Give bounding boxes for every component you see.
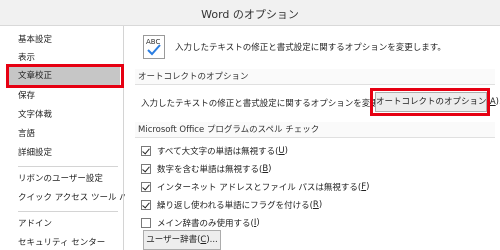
sidebar-item-trust-center[interactable]: セキュリティ センター xyxy=(18,233,105,250)
option-flag-repeated-words[interactable]: 繰り返し使われる単語にフラグを付ける(R) xyxy=(141,199,322,213)
sidebar-divider xyxy=(18,211,118,212)
spelling-abc-icon: ABC xyxy=(143,35,165,59)
sidebar-item-customize-ribbon[interactable]: リボンのユーザー設定 xyxy=(18,169,103,189)
sidebar: 基本設定 表示 文章校正 保存 文字体裁 言語 詳細設定 リボンのユーザー設定 … xyxy=(0,26,136,250)
option-ignore-numbers[interactable]: 数字を含む単語は無視する(B) xyxy=(141,163,272,177)
window-title: Word のオプション xyxy=(201,8,299,21)
intro-text: 入力したテキストの修正と書式設定に関するオプションを変更します。 xyxy=(175,43,446,53)
sidebar-item-general[interactable]: 基本設定 xyxy=(18,30,52,50)
sidebar-divider xyxy=(18,166,118,167)
checkbox-ignore-numbers[interactable] xyxy=(141,164,151,174)
autocorrect-button-highlight-frame xyxy=(370,88,490,116)
sidebar-item-language[interactable]: 言語 xyxy=(18,124,35,144)
option-main-dictionary-only[interactable]: メイン辞書のみ使用する(I) xyxy=(141,217,260,231)
custom-dictionaries-button[interactable]: ユーザー辞書(C)... xyxy=(143,230,221,250)
option-ignore-uppercase[interactable]: すべて大文字の単語は無視する(U) xyxy=(141,145,288,159)
sidebar-item-save[interactable]: 保存 xyxy=(18,86,35,106)
checkbox-main-dictionary-only[interactable] xyxy=(141,218,151,228)
sidebar-item-advanced[interactable]: 詳細設定 xyxy=(18,143,52,163)
title-bar: Word のオプション xyxy=(0,0,500,26)
checkbox-ignore-uppercase[interactable] xyxy=(141,146,151,156)
sidebar-item-addins[interactable]: アドイン xyxy=(18,214,52,234)
option-ignore-internet-paths[interactable]: インターネット アドレスとファイル パスは無視する(F) xyxy=(141,181,369,195)
sidebar-item-typography[interactable]: 文字体裁 xyxy=(18,105,52,125)
abc-icon-text: ABC xyxy=(146,38,160,46)
sidebar-item-quick-access-toolbar[interactable]: クイック アクセス ツール バー xyxy=(18,188,136,208)
checkbox-flag-repeated-words[interactable] xyxy=(141,200,151,210)
spelling-section-header: Microsoft Office プログラムのスペル チェック xyxy=(135,122,495,138)
main-panel: ABC 入力したテキストの修正と書式設定に関するオプションを変更します。 オート… xyxy=(125,26,500,250)
autocorrect-section-header: オートコレクトのオプション xyxy=(135,69,495,85)
proofing-highlight-frame xyxy=(6,64,124,88)
checkbox-ignore-internet-paths[interactable] xyxy=(141,182,151,192)
